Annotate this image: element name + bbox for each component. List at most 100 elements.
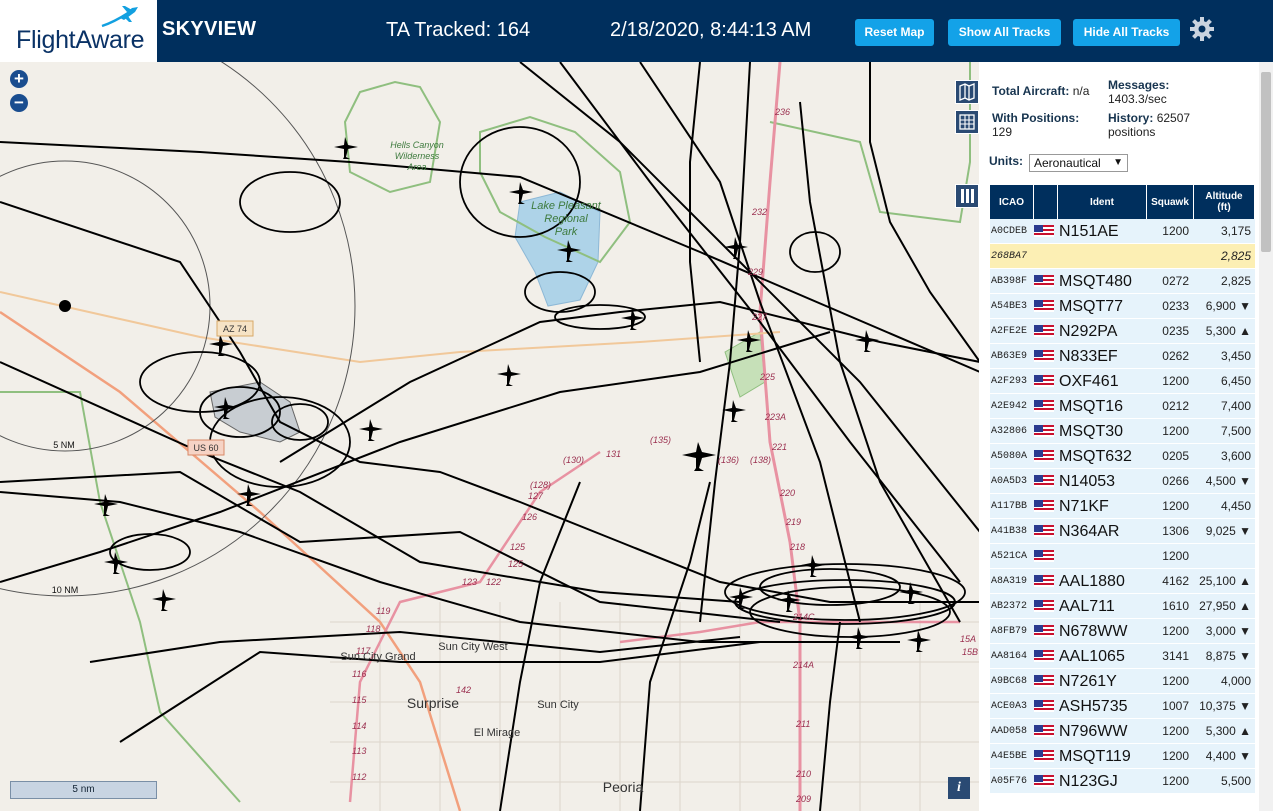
column-header-icao[interactable]: ICAO [990, 185, 1034, 219]
icao-cell: AB398F [991, 276, 1028, 287]
table-row[interactable]: A4E5BE MSQT119 1200 4,400 ▼ [990, 744, 1255, 769]
altitude-cell: 10,375 ▼ [1199, 699, 1251, 713]
column-header-ident[interactable]: Ident [1058, 185, 1147, 219]
altitude-cell: 4,000 [1220, 674, 1251, 688]
altitude-cell [1195, 544, 1253, 569]
table-row[interactable]: A521CA 1200 [990, 544, 1255, 569]
gear-icon[interactable] [1189, 16, 1215, 42]
hide-all-tracks-button[interactable]: Hide All Tracks [1073, 19, 1180, 46]
columns-toggle-button[interactable] [955, 184, 979, 208]
altitude-cell: 4,500 ▼ [1205, 474, 1251, 488]
us-flag-icon [1034, 625, 1054, 637]
route-label: (136) [718, 455, 739, 465]
table-row[interactable]: A54BE3 MSQT77 0233 6,900 ▼ [990, 294, 1255, 319]
route-label: 220 [779, 488, 795, 498]
info-button[interactable]: i [948, 777, 970, 799]
us-flag-icon [1034, 650, 1054, 662]
table-row[interactable]: A2E942 MSQT16 0212 7,400 [990, 394, 1255, 419]
icao-cell: A54BE3 [991, 301, 1028, 312]
table-row[interactable]: A8A319 AAL1880 4162 25,100 ▲ [990, 569, 1255, 594]
flightaware-logo[interactable]: FlightAware [0, 0, 157, 62]
reset-map-button[interactable]: Reset Map [855, 19, 934, 46]
route-label: 15B [962, 647, 978, 657]
altitude-cell: 8,875 ▼ [1205, 649, 1251, 663]
total-aircraft-stat: Total Aircraft: n/a [992, 84, 1089, 98]
map-icon [959, 83, 975, 101]
us-flag-icon [1034, 300, 1054, 312]
altitude-cell: 3,175 [1220, 224, 1251, 238]
icao-cell: A521CA [991, 551, 1028, 562]
table-row[interactable]: A0A5D3 N14053 0266 4,500 ▼ [990, 469, 1255, 494]
route-label: 131 [606, 449, 621, 459]
table-row[interactable]: AA8164 AAL1065 3141 8,875 ▼ [990, 644, 1255, 669]
sidebar-scrollbar[interactable] [1259, 62, 1273, 811]
us-flag-icon [1034, 725, 1054, 737]
table-row[interactable]: AAD058 N796WW 1200 5,300 ▲ [990, 719, 1255, 744]
table-row[interactable]: AB63E9 N833EF 0262 3,450 [990, 344, 1255, 369]
altitude-cell: 3,450 [1220, 349, 1251, 363]
receiver-dot [59, 300, 71, 312]
scrollbar-thumb[interactable] [1261, 72, 1271, 252]
column-header-altitude[interactable]: Altitude (ft) [1194, 185, 1255, 219]
table-row[interactable]: AB2372 AAL711 1610 27,950 ▲ [990, 594, 1255, 619]
table-row[interactable]: A117BB N71KF 1200 4,450 [990, 494, 1255, 519]
route-label: 114 [352, 721, 366, 731]
icao-cell: AB2372 [991, 601, 1028, 612]
ident-cell: MSQT30 [1059, 423, 1124, 440]
squawk-cell: 0205 [1162, 449, 1189, 463]
table-row[interactable]: A41B38 N364AR 1306 9,025 ▼ [990, 519, 1255, 544]
route-label: 126 [522, 512, 537, 522]
show-all-tracks-button[interactable]: Show All Tracks [948, 19, 1061, 46]
zoom-in-button[interactable]: + [10, 70, 28, 88]
ident-cell: MSQT119 [1059, 748, 1131, 765]
table-row[interactable]: AB398F MSQT480 0272 2,825 [990, 269, 1255, 294]
table-row[interactable]: ACE0A3 ASH5735 1007 10,375 ▼ [990, 694, 1255, 719]
units-select[interactable]: Aeronautical ▼ [1029, 154, 1128, 172]
squawk-cell: 1200 [1162, 374, 1189, 388]
us-flag-icon [1034, 425, 1054, 437]
route-label: (138) [750, 455, 771, 465]
us-flag-icon [1034, 275, 1054, 287]
table-row[interactable]: A5080A MSQT632 0205 3,600 [990, 444, 1255, 469]
map-canvas[interactable]: Hells Canyon Wilderness Area Lake Pleasa… [0, 62, 979, 811]
map-layers-button[interactable] [955, 80, 979, 104]
table-row[interactable]: A9BC68 N7261Y 1200 4,000 [990, 669, 1255, 694]
icao-cell: A05F76 [991, 776, 1028, 787]
table-row[interactable]: 268BA7 2,825 [990, 244, 1255, 269]
table-row[interactable]: A32806 MSQT30 1200 7,500 [990, 419, 1255, 444]
flag-cell [1034, 669, 1056, 694]
icao-cell: AB63E9 [991, 351, 1028, 362]
ring-5nm-label: 5 NM [53, 440, 75, 450]
hells-canyon-label-2: Wilderness [395, 151, 440, 161]
table-row[interactable]: A8FB79 N678WW 1200 3,000 ▼ [990, 619, 1255, 644]
altitude-cell: 3,000 ▼ [1205, 624, 1251, 638]
route-label: 118 [366, 624, 380, 634]
aircraft-table: ICAO Ident Squawk Altitude (ft) A0CDEB N1… [990, 185, 1255, 794]
route-label: 112 [352, 772, 366, 782]
ident-cell: N796WW [1059, 723, 1128, 740]
i17-highway [758, 62, 802, 811]
route-label: 232 [751, 207, 767, 217]
ident-cell: N292PA [1059, 323, 1118, 340]
column-header-squawk[interactable]: Squawk [1147, 185, 1194, 219]
column-header-flag[interactable] [1034, 185, 1058, 219]
altitude-cell: 25,100 ▲ [1199, 574, 1251, 588]
flag-cell [1034, 694, 1056, 719]
clock-datetime: 2/18/2020, 8:44:13 AM [610, 19, 812, 41]
icao-cell: A2FE2E [991, 326, 1028, 337]
ring-10nm-label: 10 NM [52, 585, 79, 595]
zoom-out-button[interactable]: − [10, 94, 28, 112]
route-label: 218 [789, 542, 805, 552]
lake-pleasant-label-2: Regional [544, 213, 588, 225]
squawk-cell: 0235 [1162, 324, 1189, 338]
table-row[interactable]: A2FE2E N292PA 0235 5,300 ▲ [990, 319, 1255, 344]
flag-cell [1034, 394, 1056, 419]
history-stat: History: 62507 positions [1108, 111, 1190, 139]
grid-toggle-button[interactable] [955, 110, 979, 134]
az74-label: AZ 74 [223, 324, 247, 334]
table-row[interactable]: A2F293 OXF461 1200 6,450 [990, 369, 1255, 394]
table-row[interactable]: A05F76 N123GJ 1200 5,500 [990, 769, 1255, 794]
icao-cell: 268BA7 [991, 251, 1028, 262]
table-row[interactable]: A0CDEB N151AE 1200 3,175 [990, 219, 1255, 244]
squawk-cell: 1200 [1162, 724, 1189, 738]
